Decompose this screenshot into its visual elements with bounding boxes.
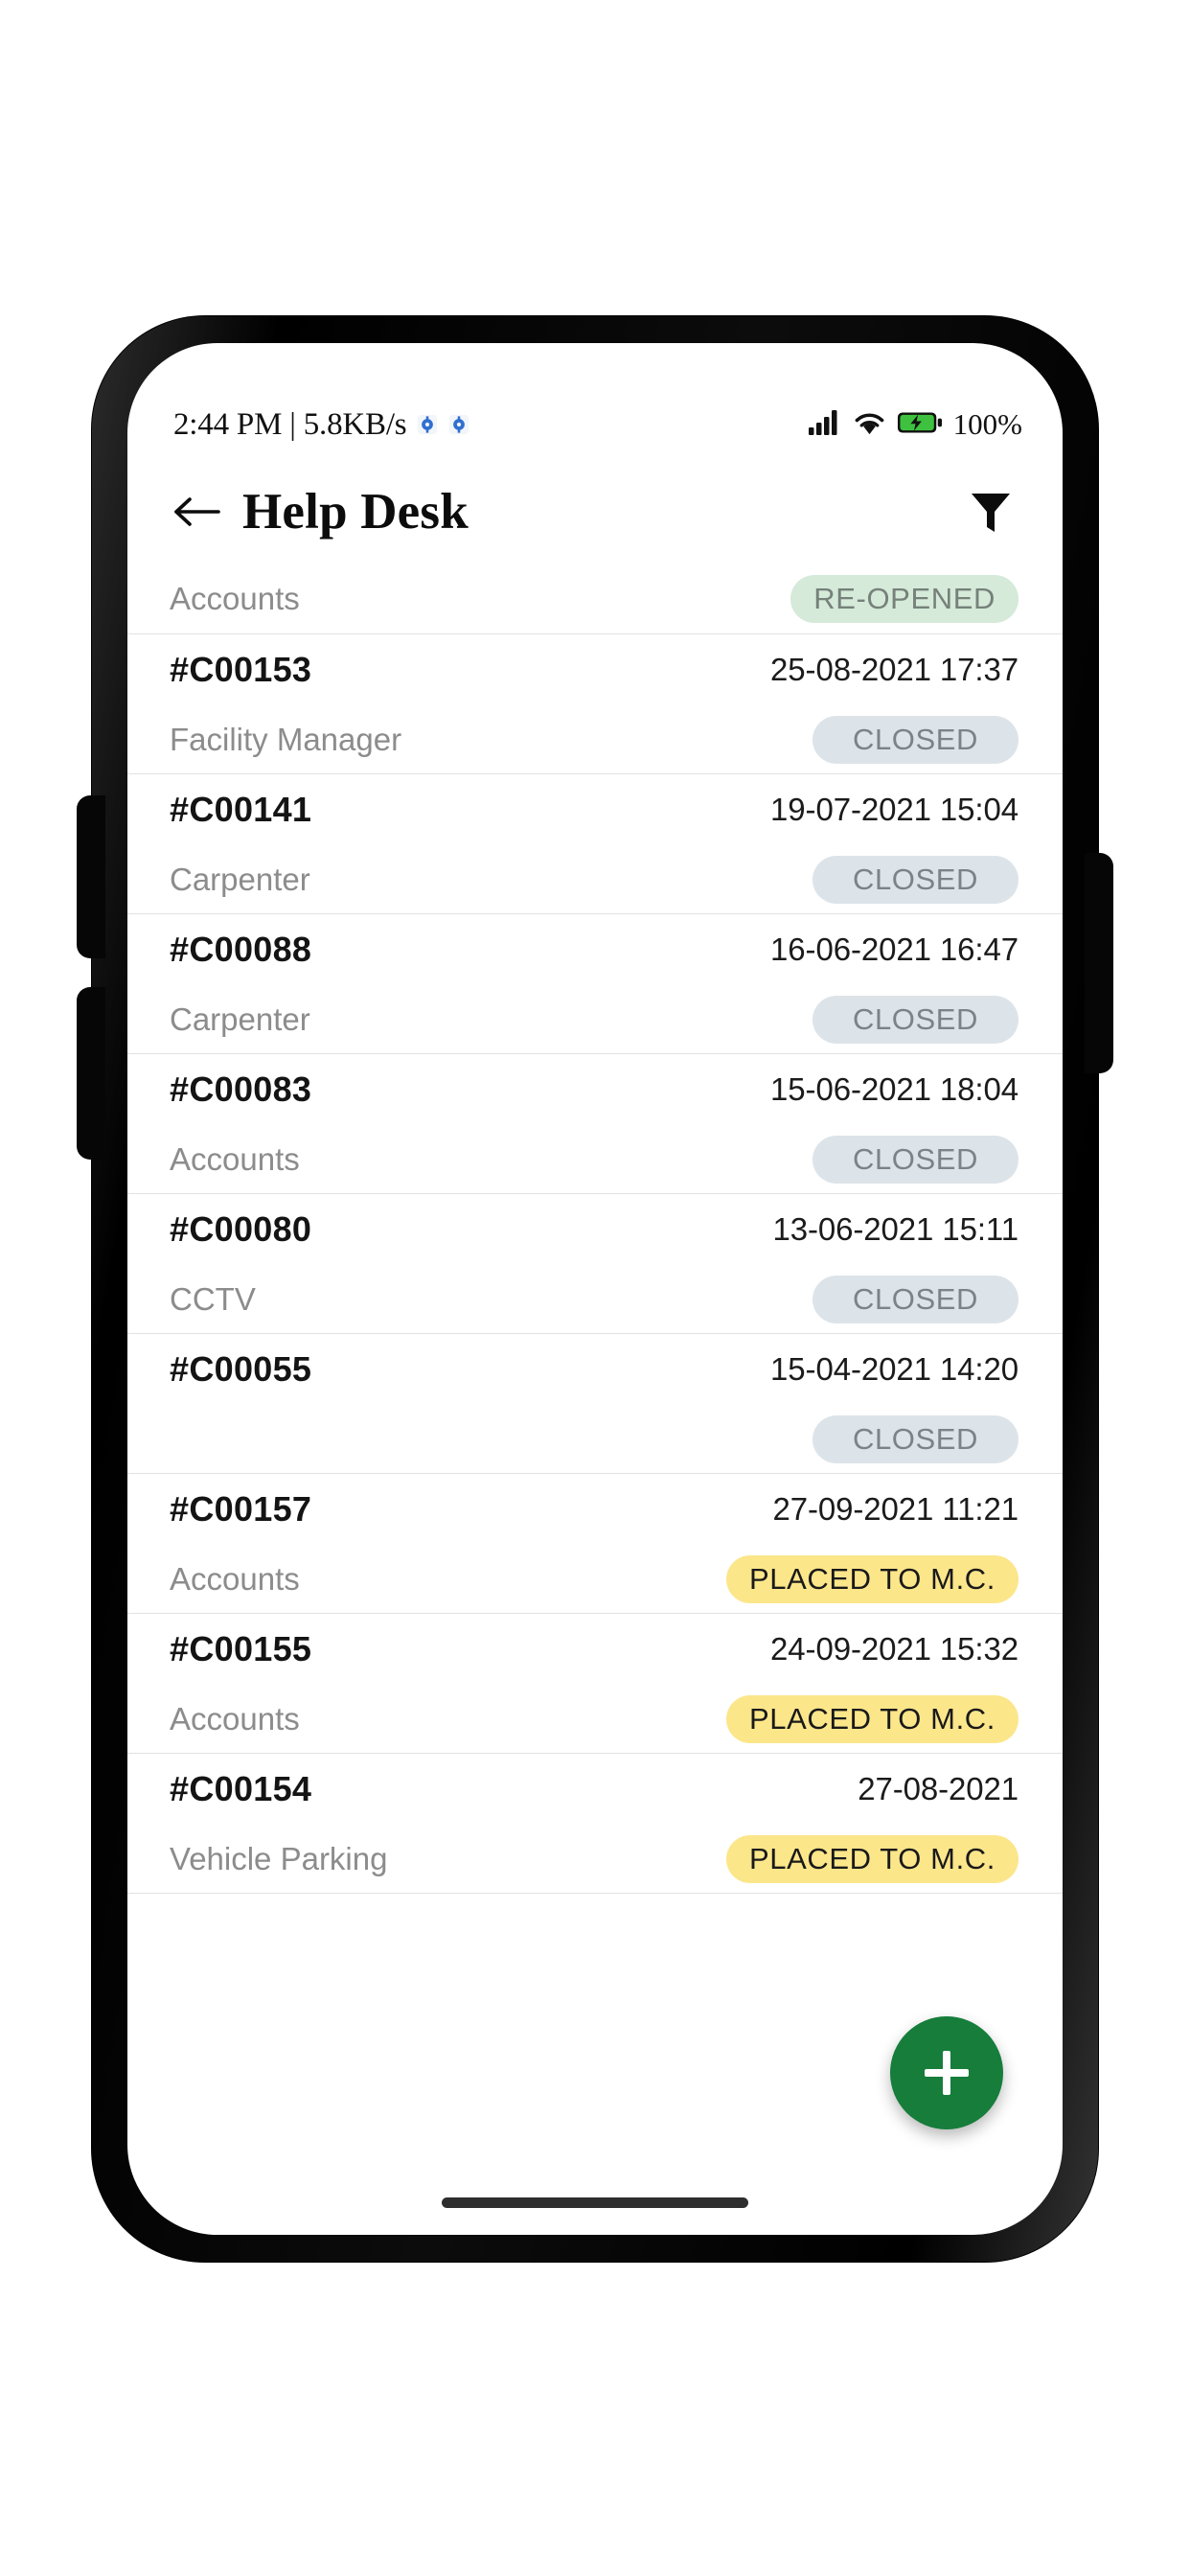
- table-row[interactable]: #C00153 25-08-2021 17:37 Facility Manager C…: [127, 634, 1063, 774]
- plus-icon: [923, 2049, 971, 2097]
- ticket-row-secondary: Carpenter CLOSED: [170, 984, 1018, 1054]
- battery-charging-icon: [897, 409, 943, 441]
- ticket-row-primary: #C00155 24-09-2021 15:32: [170, 1614, 1018, 1684]
- wifi-icon: [853, 409, 886, 441]
- table-row[interactable]: #C00154 27-08-2021 Vehicle Parking PLACED T…: [127, 1754, 1063, 1894]
- app-bar: Help Desk: [127, 460, 1063, 564]
- ticket-datetime: 13-06-2021 15:11: [772, 1210, 1018, 1247]
- phone-mockup: 2:44 PM | 5.8KB/s 100% Help Desk Account…: [77, 316, 1113, 2262]
- ticket-row-secondary: Facility Manager CLOSED: [170, 704, 1018, 774]
- ticket-datetime: 27-09-2021 11:21: [772, 1490, 1018, 1527]
- filter-button[interactable]: [963, 484, 1018, 540]
- ticket-department: CCTV: [170, 1280, 256, 1317]
- status-bar: 2:44 PM | 5.8KB/s 100%: [127, 396, 1063, 453]
- home-indicator: [442, 2197, 748, 2208]
- power-button[interactable]: [1085, 853, 1113, 1073]
- status-badge: CLOSED: [812, 1135, 1018, 1184]
- table-row[interactable]: #C00080 13-06-2021 15:11 CCTV CLOSED: [127, 1194, 1063, 1334]
- add-ticket-fab[interactable]: [890, 2016, 1003, 2129]
- ticket-department: Carpenter: [170, 861, 310, 897]
- ticket-row-secondary: Accounts PLACED TO M.C.: [170, 1544, 1018, 1614]
- ticket-datetime: 15-04-2021 14:20: [770, 1350, 1018, 1387]
- status-bar-right: 100%: [808, 407, 1022, 442]
- status-badge: CLOSED: [812, 855, 1018, 904]
- ticket-id: #C00080: [170, 1208, 312, 1249]
- ticket-department: Carpenter: [170, 1000, 310, 1037]
- ticket-row-primary: #C00080 13-06-2021 15:11: [170, 1194, 1018, 1264]
- ticket-id: #C00083: [170, 1069, 312, 1109]
- ticket-id: #C00157: [170, 1488, 312, 1529]
- ticket-row-primary: #C00055 15-04-2021 14:20: [170, 1334, 1018, 1404]
- ticket-datetime: 19-07-2021 15:04: [770, 791, 1018, 827]
- battery-percent-label: 100%: [952, 407, 1022, 441]
- ticket-row-secondary: Accounts RE-OPENED: [170, 564, 1018, 633]
- ticket-id: #C00153: [170, 649, 312, 689]
- status-badge: PLACED TO M.C.: [725, 1834, 1018, 1883]
- ticket-datetime: 27-08-2021: [858, 1770, 1018, 1806]
- ticket-list[interactable]: Accounts RE-OPENED #C00153 25-08-2021 17:37…: [127, 564, 1063, 2235]
- ticket-row-primary: #C00157 27-09-2021 11:21: [170, 1474, 1018, 1544]
- ticket-row-primary: #C00088 16-06-2021 16:47: [170, 914, 1018, 984]
- table-row[interactable]: #C00157 27-09-2021 11:21 Accounts PLACED TO…: [127, 1474, 1063, 1614]
- status-badge: CLOSED: [812, 715, 1018, 764]
- status-badge: PLACED TO M.C.: [725, 1694, 1018, 1743]
- ticket-row-secondary: CCTV CLOSED: [170, 1264, 1018, 1334]
- ticket-id: #C00141: [170, 789, 312, 829]
- status-time-and-speed: 2:44 PM | 5.8KB/s: [173, 406, 407, 442]
- ticket-datetime: 15-06-2021 18:04: [770, 1070, 1018, 1107]
- status-badge: PLACED TO M.C.: [725, 1554, 1018, 1603]
- table-row[interactable]: Accounts RE-OPENED: [127, 564, 1063, 634]
- ticket-datetime: 24-09-2021 15:32: [770, 1630, 1018, 1667]
- ticket-department: Facility Manager: [170, 721, 402, 757]
- ticket-department: Accounts: [170, 1140, 300, 1177]
- signal-bars-icon: [808, 409, 842, 441]
- settings-gear-icon: [448, 414, 469, 435]
- ticket-row-secondary: Accounts PLACED TO M.C.: [170, 1684, 1018, 1754]
- ticket-row-primary: #C00141 19-07-2021 15:04: [170, 774, 1018, 844]
- ticket-row-secondary: Carpenter CLOSED: [170, 844, 1018, 914]
- volume-up-button[interactable]: [77, 795, 105, 958]
- ticket-row-secondary: Accounts CLOSED: [170, 1124, 1018, 1194]
- settings-gear-icon: [417, 414, 438, 435]
- table-row[interactable]: #C00083 15-06-2021 18:04 Accounts CLOSED: [127, 1054, 1063, 1194]
- table-row[interactable]: #C00141 19-07-2021 15:04 Carpenter CLOSED: [127, 774, 1063, 914]
- page-title: Help Desk: [242, 484, 469, 540]
- ticket-id: #C00088: [170, 929, 312, 969]
- status-badge: RE-OPENED: [790, 574, 1018, 623]
- table-row[interactable]: #C00155 24-09-2021 15:32 Accounts PLACED TO…: [127, 1614, 1063, 1754]
- back-button[interactable]: [170, 485, 223, 539]
- table-row[interactable]: #C00088 16-06-2021 16:47 Carpenter CLOSED: [127, 914, 1063, 1054]
- ticket-row-primary: #C00153 25-08-2021 17:37: [170, 634, 1018, 704]
- status-bar-left: 2:44 PM | 5.8KB/s: [173, 407, 469, 443]
- ticket-datetime: 16-06-2021 16:47: [770, 931, 1018, 967]
- status-badge: CLOSED: [812, 1275, 1018, 1323]
- ticket-department: Accounts: [170, 580, 300, 616]
- ticket-id: #C00055: [170, 1348, 312, 1389]
- arrow-left-icon: [174, 497, 220, 526]
- ticket-row-primary: #C00154 27-08-2021: [170, 1754, 1018, 1824]
- status-badge: CLOSED: [812, 995, 1018, 1044]
- ticket-row-primary: #C00083 15-06-2021 18:04: [170, 1054, 1018, 1124]
- ticket-department: Accounts: [170, 1560, 300, 1597]
- volume-down-button[interactable]: [77, 987, 105, 1160]
- ticket-row-secondary: CLOSED: [170, 1404, 1018, 1474]
- ticket-department: Accounts: [170, 1700, 300, 1736]
- ticket-id: #C00154: [170, 1768, 312, 1808]
- phone-screen: 2:44 PM | 5.8KB/s 100% Help Desk Account…: [127, 343, 1063, 2235]
- ticket-row-secondary: Vehicle Parking PLACED TO M.C.: [170, 1824, 1018, 1894]
- status-badge: CLOSED: [812, 1414, 1018, 1463]
- filter-funnel-icon: [972, 494, 1010, 532]
- ticket-department: Vehicle Parking: [170, 1840, 388, 1876]
- table-row[interactable]: #C00055 15-04-2021 14:20 CLOSED: [127, 1334, 1063, 1474]
- ticket-datetime: 25-08-2021 17:37: [770, 651, 1018, 687]
- ticket-id: #C00155: [170, 1628, 312, 1668]
